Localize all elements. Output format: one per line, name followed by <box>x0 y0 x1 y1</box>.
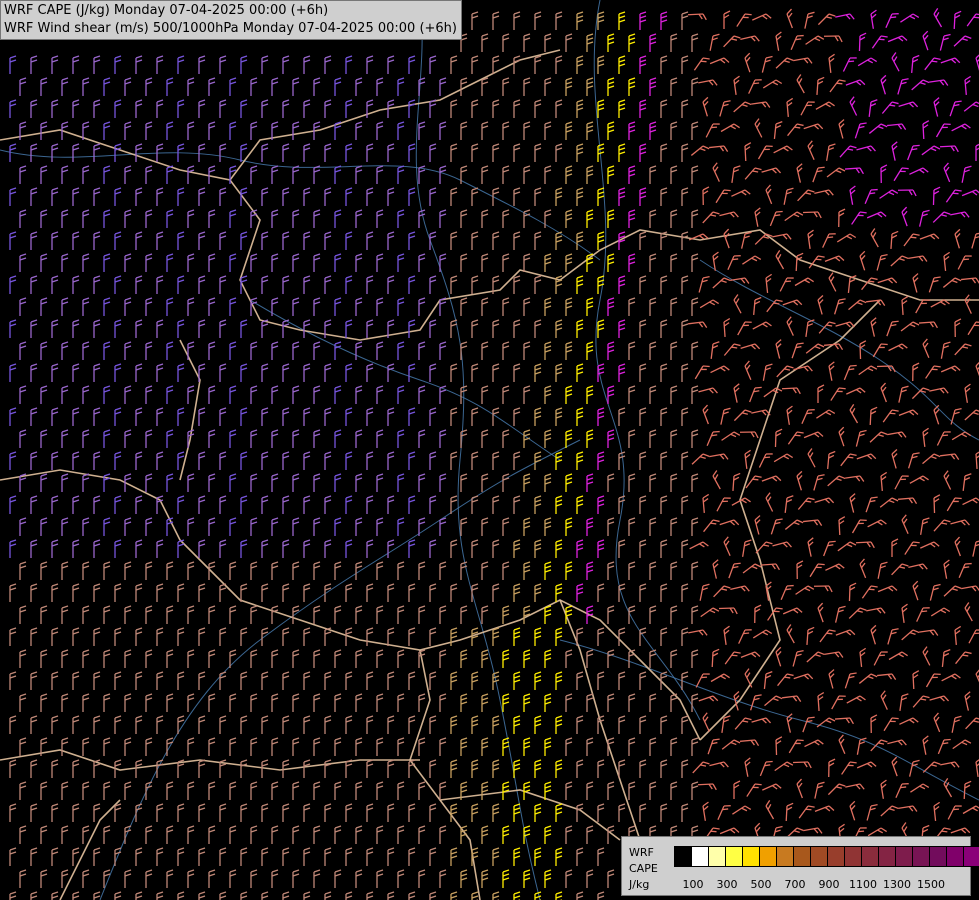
legend-swatch <box>947 847 964 866</box>
legend-swatch <box>777 847 794 866</box>
legend-swatch <box>760 847 777 866</box>
legend-tick-label: 700 <box>784 878 806 891</box>
map-canvas <box>0 0 979 900</box>
legend-swatch <box>930 847 947 866</box>
legend-swatch <box>964 847 979 866</box>
cape-title: WRF CAPE (J/kg) Monday 07-04-2025 00:00 … <box>4 3 329 18</box>
legend-swatch <box>879 847 896 866</box>
legend-swatch <box>709 847 726 866</box>
legend-color-scale <box>674 846 979 867</box>
legend-swatch <box>675 847 692 866</box>
legend-swatch <box>862 847 879 866</box>
legend-swatch <box>743 847 760 866</box>
map-title-box: WRF CAPE (J/kg) Monday 07-04-2025 00:00 … <box>0 0 462 40</box>
shear-title: WRF Wind shear (m/s) 500/1000hPa Monday … <box>4 21 457 36</box>
legend-label-model: WRF <box>629 846 654 859</box>
legend-tick-label: 300 <box>716 878 738 891</box>
legend-swatch <box>811 847 828 866</box>
legend-tick-label: 900 <box>818 878 840 891</box>
legend-swatch <box>794 847 811 866</box>
legend-swatch <box>896 847 913 866</box>
legend-tick-label: 1100 <box>849 878 877 891</box>
legend-label-unit: J/kg <box>629 878 650 891</box>
legend-swatch <box>726 847 743 866</box>
legend-swatch <box>913 847 930 866</box>
legend-tick-label: 1500 <box>917 878 945 891</box>
cape-legend: WRF CAPE J/kg 100 300 500 700 900 1100 1300 150… <box>621 836 979 896</box>
legend-tick-label: 100 <box>682 878 704 891</box>
legend-swatch <box>692 847 709 866</box>
legend-swatch <box>845 847 862 866</box>
legend-label-field: CAPE <box>629 862 658 875</box>
legend-swatch <box>828 847 845 866</box>
legend-tick-label: 1300 <box>883 878 911 891</box>
legend-tick-label: 500 <box>750 878 772 891</box>
